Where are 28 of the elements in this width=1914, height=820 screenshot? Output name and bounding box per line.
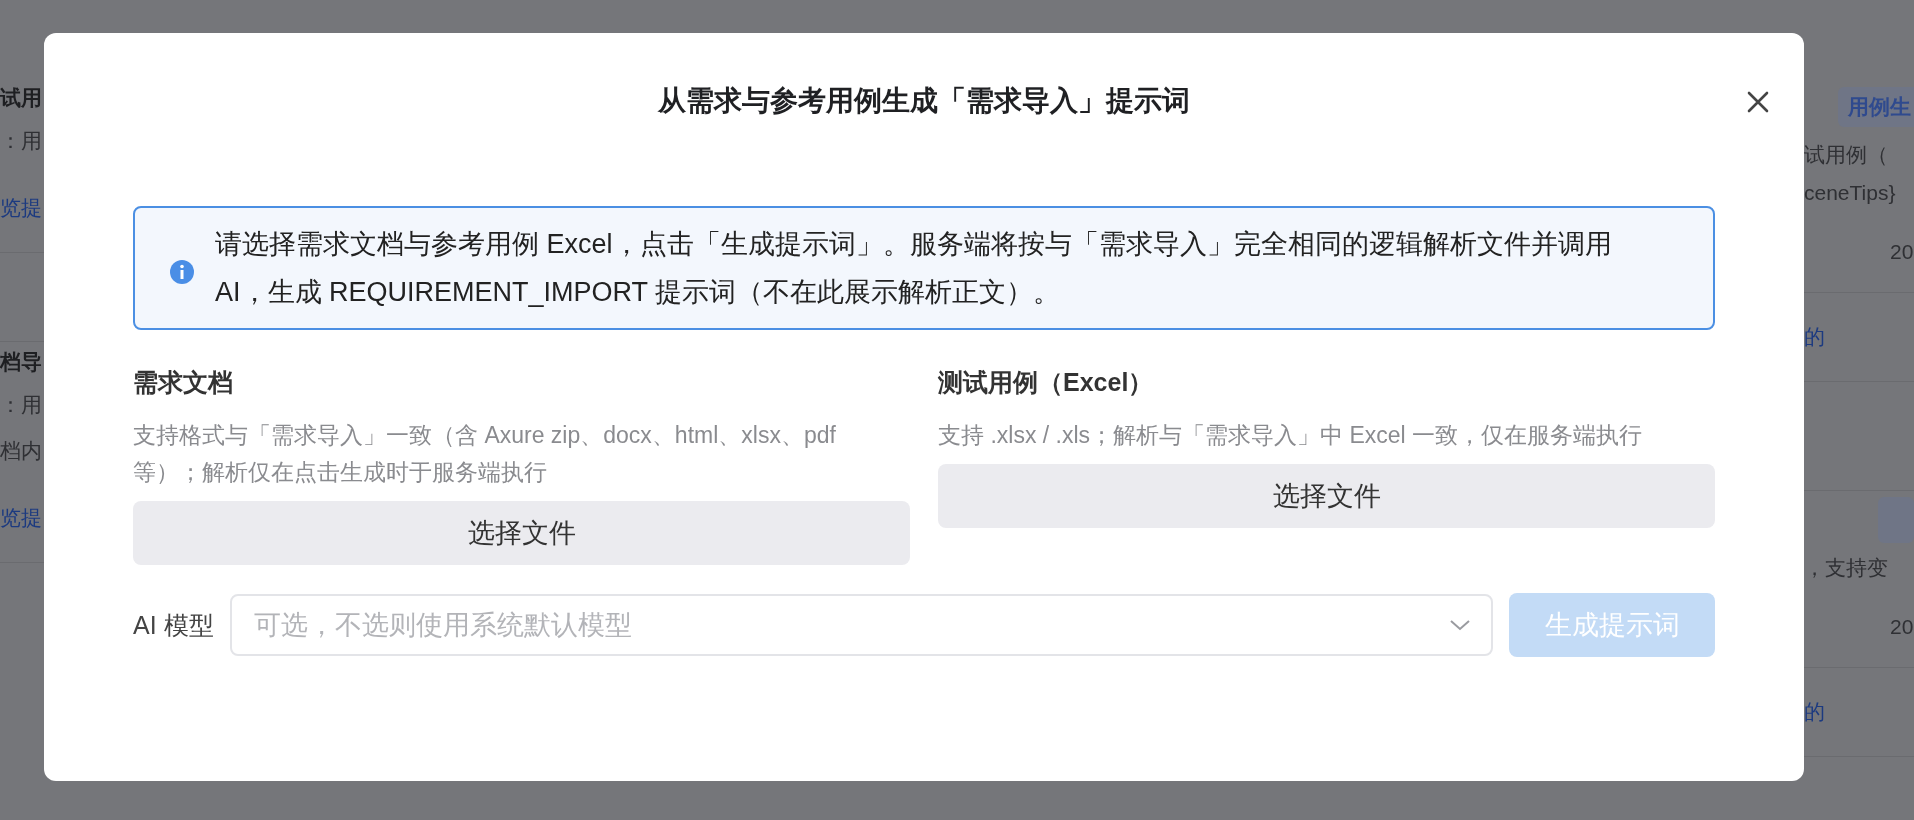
card-description: ，支持变 [1804, 555, 1888, 581]
chevron-down-icon [1449, 618, 1471, 632]
link[interactable]: 的 [1804, 698, 1825, 726]
model-select-field[interactable]: 可选，不选则使用系统默认模型 [229, 594, 1493, 656]
card-title: 档导 [0, 349, 42, 375]
card-title: 试用 [0, 85, 42, 111]
hint-text: 支持格式与「需求导入」一致（含 Axure zip、docx、html、xlsx、pdf 等）；解析仅在点击生成时于服务端执行 [133, 421, 837, 487]
card-description: ：用 [0, 128, 42, 154]
dialog-title: 从需求与参考用例生成「需求导入」提示词 [658, 84, 1190, 118]
link[interactable]: 览提 [0, 194, 42, 222]
link[interactable]: 的 [1804, 323, 1825, 351]
choose-file-button[interactable]: 选择文件 [133, 501, 910, 565]
link[interactable]: 览提 [0, 504, 42, 532]
card-description: ceneTips} [1804, 181, 1896, 205]
date-text: 20 [1890, 240, 1914, 264]
info-icon [169, 259, 195, 285]
date-text: 20 [1890, 615, 1914, 639]
model-label: AI 模型 [133, 609, 214, 641]
model-select[interactable]: 可选，不选则使用系统默认模型 [251, 608, 1449, 642]
card-description: 试用例（ [1804, 142, 1888, 168]
alert-text: 请选择需求文档与参考用例 Excel，点击「生成提示词」。服务端将按与「需求导入」完全相同的逻辑解析文件并调用 AI，生成 REQUIREMENT_IMPORT 提示词（不在此展示解析正文）。 [215, 228, 1613, 309]
hint-text: 支持 .xlsx / .xls；解析与「需求导入」中 Excel 一致，仅在服务端执行 [938, 421, 1644, 450]
card-description: ：用 [0, 392, 42, 418]
field-label: 需求文档 [133, 367, 234, 398]
card-description: 档内 [0, 438, 42, 464]
field-label: 测试用例（Excel） [938, 367, 1155, 398]
tag: 用例生 [1838, 87, 1914, 127]
choose-file-button[interactable]: 选择文件 [938, 464, 1715, 528]
